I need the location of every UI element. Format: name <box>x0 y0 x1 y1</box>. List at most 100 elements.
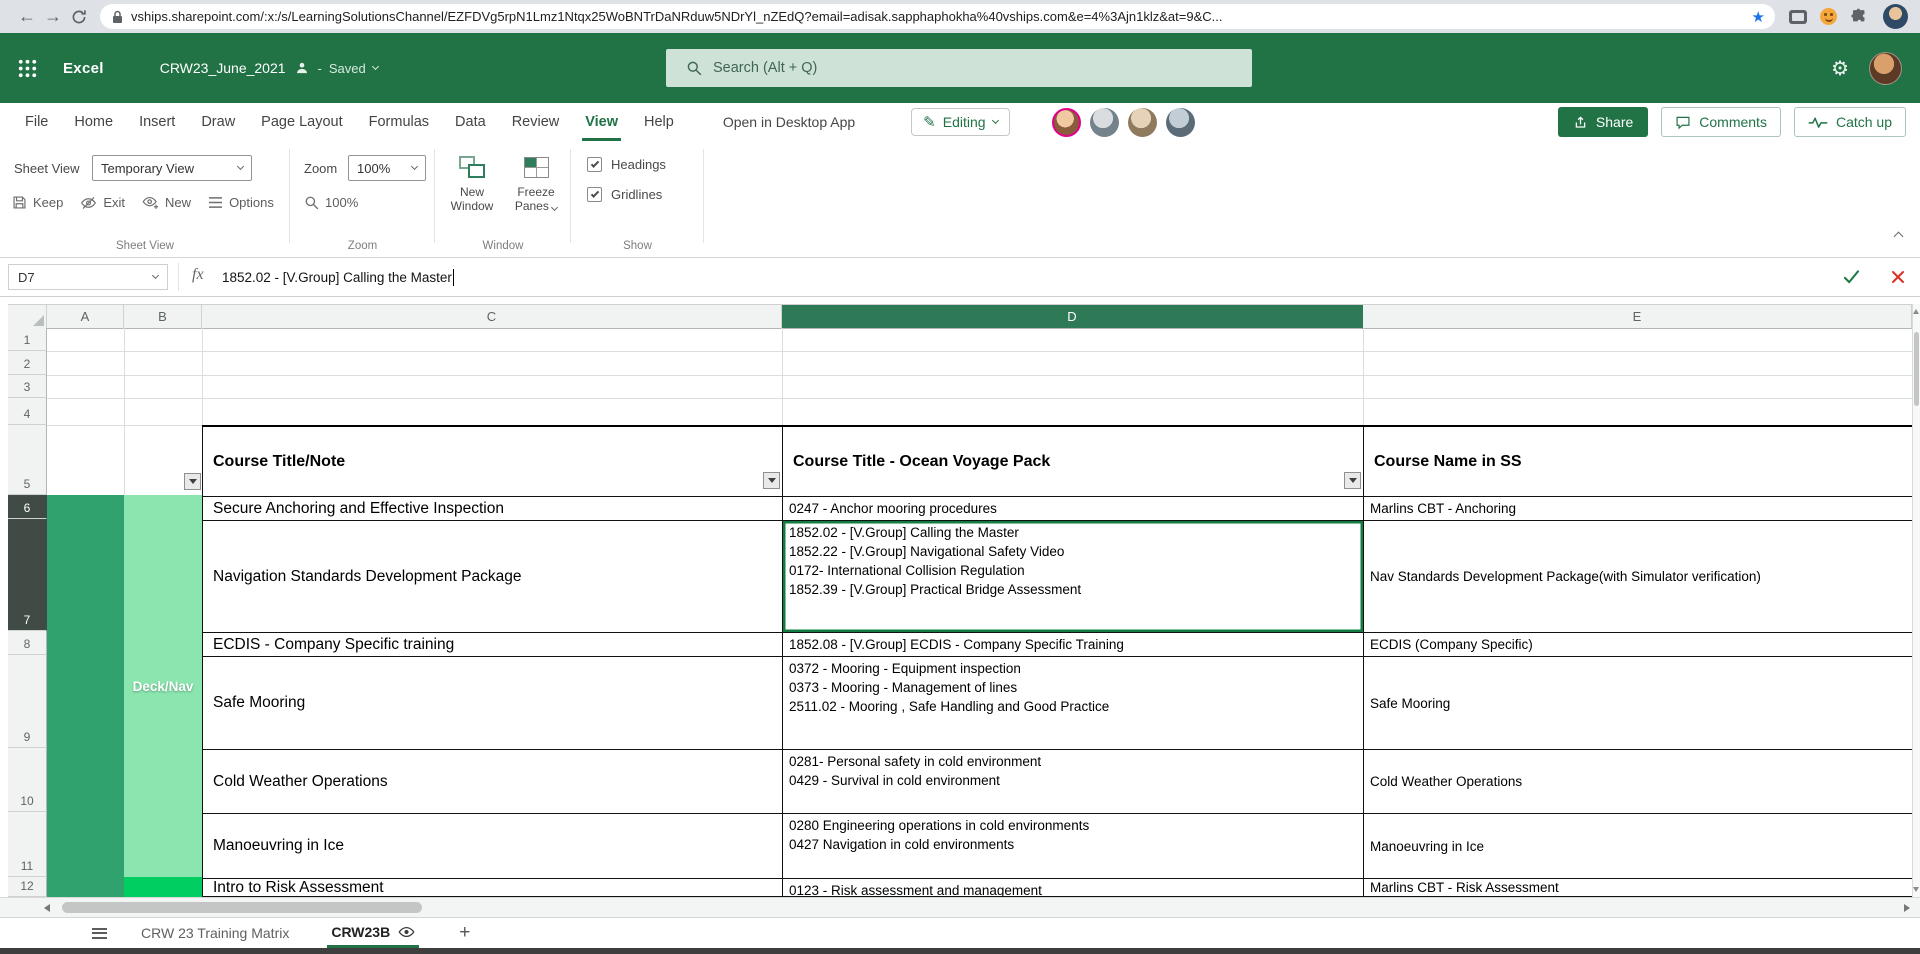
share-button[interactable]: Share <box>1557 107 1649 137</box>
formula-input[interactable]: 1852.02 - [V.Group] Calling the Master <box>222 258 455 296</box>
cell-e12[interactable]: Marlins CBT - Risk Assessment <box>1363 879 1912 897</box>
row-header-6[interactable]: 6 <box>8 495 47 519</box>
name-box[interactable]: D7 <box>8 264 168 290</box>
extension-card-icon[interactable] <box>1789 9 1807 24</box>
row-header-1[interactable]: 1 <box>8 328 47 351</box>
browser-refresh-button[interactable] <box>66 4 92 30</box>
table-header-course-name-ss[interactable]: Course Name in SS <box>1363 427 1912 497</box>
tab-insert[interactable]: Insert <box>126 103 188 141</box>
scroll-down-arrow-icon[interactable] <box>1913 887 1919 892</box>
keep-sheet-view-button[interactable]: Keep <box>12 195 63 210</box>
settings-button[interactable]: ⚙ <box>1831 56 1849 80</box>
tab-review[interactable]: Review <box>499 103 573 141</box>
collapse-ribbon-button[interactable] <box>1893 227 1904 245</box>
scroll-left-arrow-icon[interactable] <box>44 904 50 912</box>
row-header-4[interactable]: 4 <box>8 398 47 425</box>
add-sheet-button[interactable]: + <box>459 922 470 944</box>
open-in-desktop-app-button[interactable]: Open in Desktop App <box>723 114 855 130</box>
tab-page-layout[interactable]: Page Layout <box>248 103 355 141</box>
header-search-box[interactable] <box>666 49 1252 87</box>
browser-forward-button[interactable]: → <box>40 4 66 30</box>
bookmark-star-icon[interactable]: ★ <box>1752 8 1765 26</box>
cell-c6[interactable]: Secure Anchoring and Effective Inspectio… <box>202 497 782 521</box>
comments-button[interactable]: Comments <box>1661 107 1781 137</box>
sheet-view-selector[interactable]: Temporary View <box>92 155 252 181</box>
scroll-right-arrow-icon[interactable] <box>1904 904 1910 912</box>
row-header-3[interactable]: 3 <box>8 375 47 398</box>
horizontal-scroll-thumb[interactable] <box>62 902 422 913</box>
workbook-name[interactable]: CRW23_June_2021 <box>160 60 286 76</box>
cancel-formula-button[interactable] <box>1891 270 1905 289</box>
browser-back-button[interactable]: ← <box>14 4 40 30</box>
cell-c9[interactable]: Safe Mooring <box>202 657 782 750</box>
gridlines-checkbox[interactable] <box>587 187 602 202</box>
sheet-tab-crw23-training-matrix[interactable]: CRW 23 Training Matrix <box>137 918 293 948</box>
tab-view[interactable]: View <box>572 103 631 141</box>
row-header-8[interactable]: 8 <box>8 631 47 655</box>
headings-checkbox[interactable] <box>587 157 602 172</box>
cell-e6[interactable]: Marlins CBT - Anchoring <box>1363 497 1912 521</box>
cell-e7[interactable]: Nav Standards Development Package(with S… <box>1363 521 1912 633</box>
app-launcher-button[interactable] <box>18 59 37 78</box>
cell-d10[interactable]: 0281- Personal safety in cold environmen… <box>782 750 1363 814</box>
row-header-2[interactable]: 2 <box>8 351 47 375</box>
cell-d6[interactable]: 0247 - Anchor mooring procedures <box>782 497 1363 521</box>
column-b-category-band[interactable]: Deck/Nav <box>124 495 202 877</box>
extension-smiley-icon[interactable] <box>1820 8 1837 25</box>
vertical-scrollbar[interactable] <box>1912 304 1920 897</box>
zoom-100-button[interactable]: 100% <box>304 195 358 210</box>
cell-d9[interactable]: 0372 - Mooring - Equipment inspection 03… <box>782 657 1363 750</box>
new-window-button[interactable]: New Window <box>441 153 503 213</box>
browser-profile-avatar[interactable] <box>1883 4 1908 29</box>
column-header-b[interactable]: B <box>124 305 202 329</box>
presence-avatar-2[interactable] <box>1089 107 1119 137</box>
url-input[interactable] <box>131 9 1744 24</box>
cell-d12[interactable]: 0123 - Risk assessment and management <box>782 879 1363 897</box>
save-status[interactable]: - Saved <box>318 61 379 76</box>
row-header-5[interactable]: 5 <box>8 425 47 495</box>
column-header-e[interactable]: E <box>1363 305 1912 329</box>
presence-avatar-3[interactable] <box>1127 107 1157 137</box>
editing-mode-button[interactable]: ✎ Editing <box>911 108 1010 136</box>
scroll-up-arrow-icon[interactable] <box>1913 309 1919 314</box>
tab-formulas[interactable]: Formulas <box>356 103 442 141</box>
sheet-list-button[interactable] <box>92 927 107 939</box>
new-sheet-view-button[interactable]: New <box>142 195 191 210</box>
cell-c11[interactable]: Manoeuvring in Ice <box>202 814 782 879</box>
column-b-row12-cell[interactable] <box>124 877 202 897</box>
enter-formula-button[interactable] <box>1843 269 1860 289</box>
row-header-11[interactable]: 11 <box>8 812 47 877</box>
column-header-c[interactable]: C <box>202 305 782 329</box>
filter-button-b5[interactable] <box>184 473 201 490</box>
search-input[interactable] <box>713 60 1143 76</box>
column-header-a[interactable]: A <box>47 305 124 329</box>
table-header-course-title-note[interactable]: Course Title/Note <box>202 427 782 497</box>
catch-up-button[interactable]: Catch up <box>1793 107 1906 137</box>
extensions-puzzle-icon[interactable] <box>1850 8 1867 25</box>
insert-function-button[interactable]: fx <box>192 266 204 284</box>
sheet-tab-crw23b[interactable]: CRW23B <box>327 918 420 948</box>
row-header-12[interactable]: 12 <box>8 877 47 897</box>
zoom-selector[interactable]: 100% <box>348 155 426 181</box>
row-header-9[interactable]: 9 <box>8 655 47 748</box>
cell-e8[interactable]: ECDIS (Company Specific) <box>1363 633 1912 657</box>
tab-draw[interactable]: Draw <box>188 103 248 141</box>
tab-help[interactable]: Help <box>631 103 687 141</box>
freeze-panes-button[interactable]: Freeze Panes <box>507 153 565 213</box>
presence-avatar-4[interactable] <box>1165 107 1195 137</box>
cell-d8[interactable]: 1852.08 - [V.Group] ECDIS - Company Spec… <box>782 633 1363 657</box>
column-header-d[interactable]: D <box>782 305 1363 329</box>
cell-c10[interactable]: Cold Weather Operations <box>202 750 782 814</box>
column-a-category-band[interactable] <box>47 495 124 897</box>
cell-c7[interactable]: Navigation Standards Development Package <box>202 521 782 633</box>
row-header-10[interactable]: 10 <box>8 748 47 812</box>
presence-avatar-1[interactable] <box>1051 107 1081 137</box>
tab-data[interactable]: Data <box>442 103 499 141</box>
exit-sheet-view-button[interactable]: Exit <box>80 195 125 210</box>
cell-e11[interactable]: Manoeuvring in Ice <box>1363 814 1912 879</box>
horizontal-scrollbar[interactable] <box>0 897 1920 917</box>
vertical-scroll-thumb[interactable] <box>1914 332 1919 406</box>
filter-button-c5[interactable] <box>763 472 780 489</box>
table-header-course-title-ovp[interactable]: Course Title - Ocean Voyage Pack <box>782 427 1363 497</box>
cell-c8[interactable]: ECDIS - Company Specific training <box>202 633 782 657</box>
